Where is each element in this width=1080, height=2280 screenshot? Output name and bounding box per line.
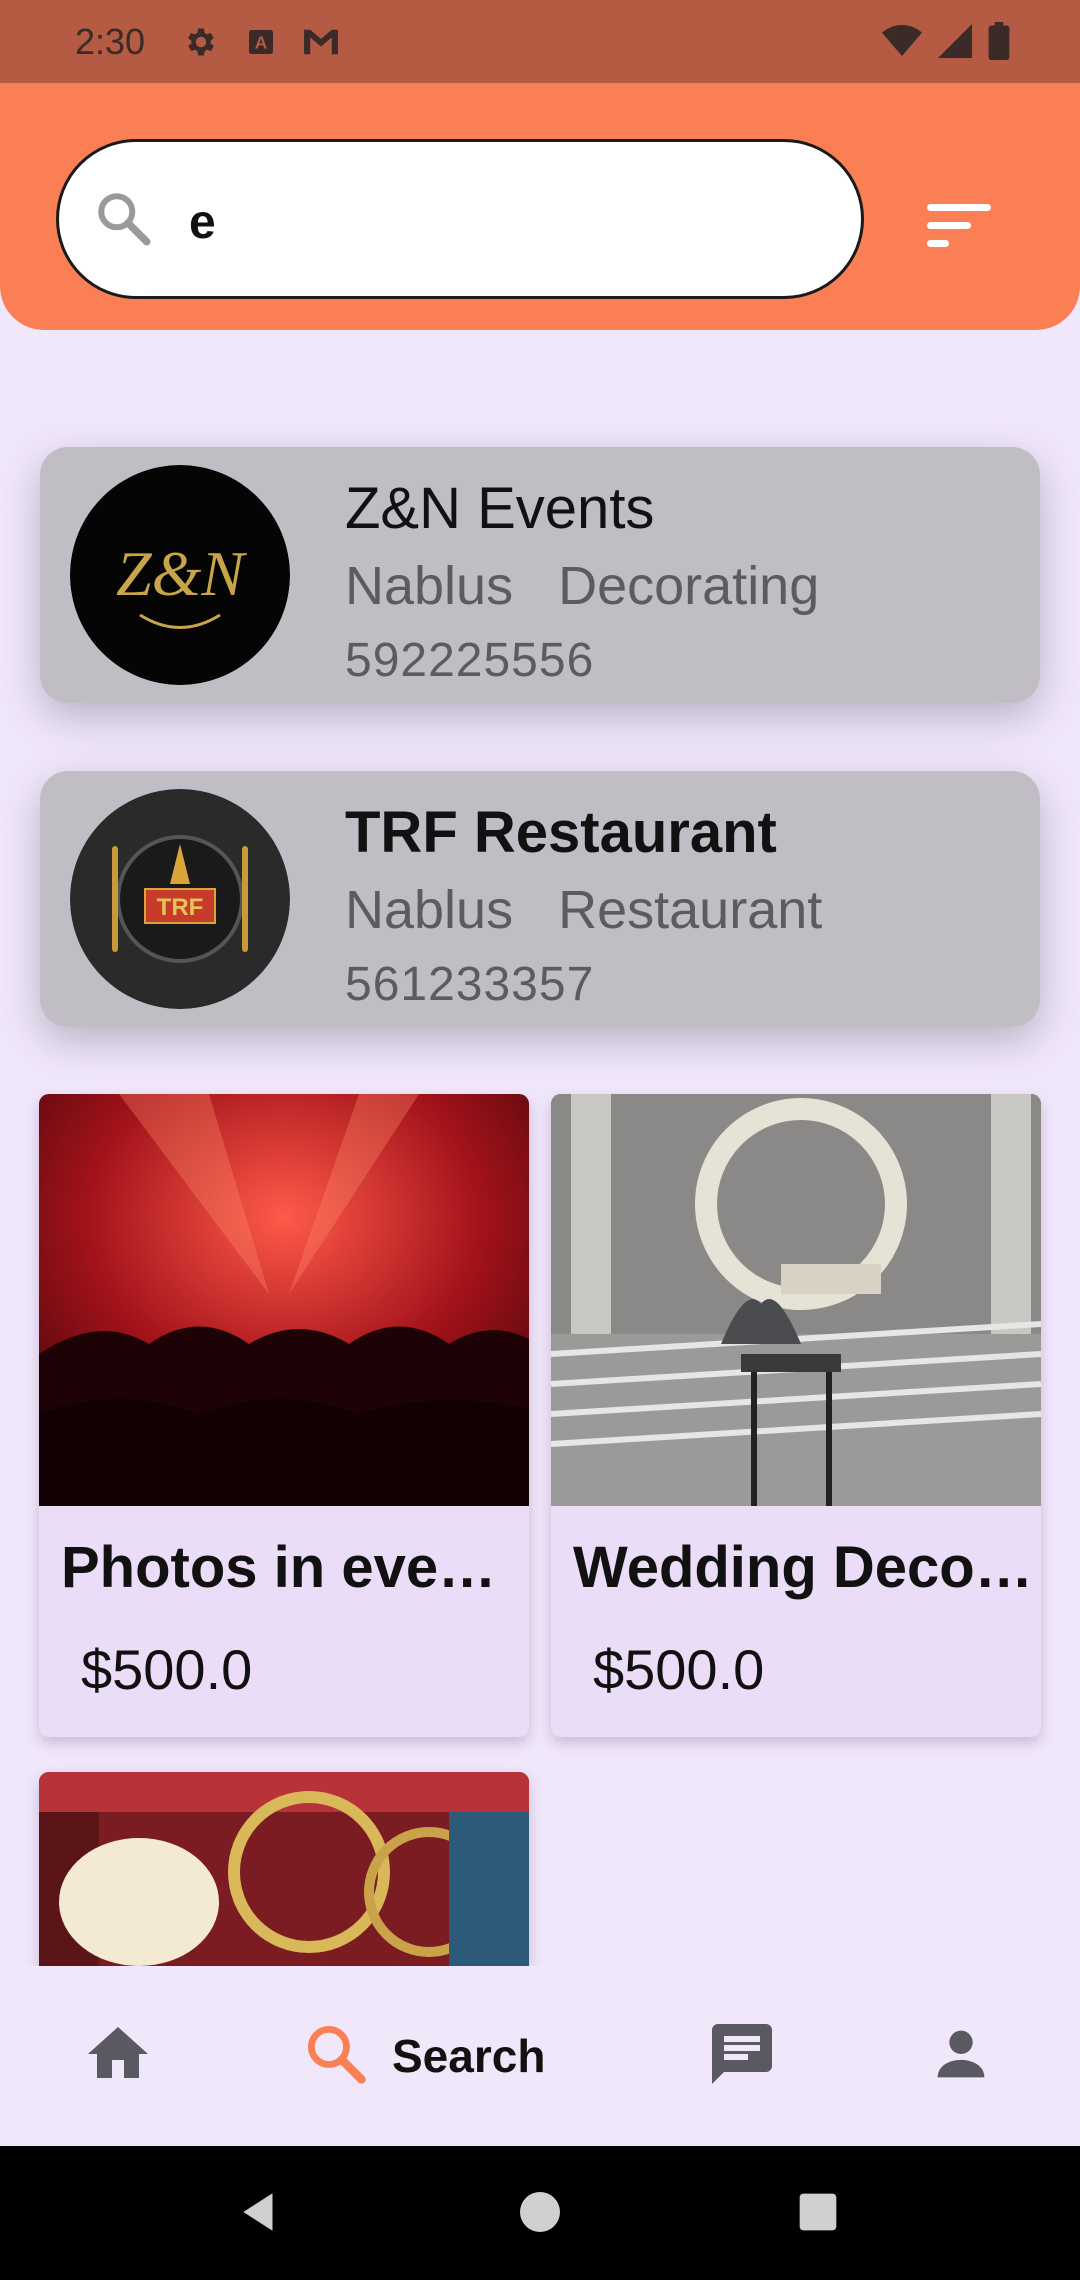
product-image	[39, 1094, 529, 1506]
product-card[interactable]	[39, 1772, 529, 1966]
vendor-card[interactable]: Z&N Z&N Events Nablus Decorating 5922255…	[40, 447, 1040, 703]
filter-icon	[927, 202, 993, 255]
product-card[interactable]: Wedding Deco… $500.0	[551, 1094, 1041, 1737]
search-icon	[93, 188, 153, 248]
product-title: Photos in even…	[61, 1535, 521, 1600]
nav-search-label: Search	[392, 2030, 546, 2082]
vendor-logo: TRF	[70, 789, 290, 1009]
bottom-navigation: Search	[0, 1966, 1080, 2146]
wifi-icon	[882, 24, 922, 67]
search-header	[0, 83, 1080, 330]
product-image	[39, 1772, 529, 1966]
nav-profile[interactable]	[926, 2016, 996, 2096]
recents-button[interactable]	[786, 2182, 850, 2246]
vendor-logo-text: Z&N	[116, 538, 247, 609]
vendor-name: TRF Restaurant	[345, 800, 777, 865]
product-price: $500.0	[81, 1638, 253, 1701]
home-button[interactable]	[508, 2182, 572, 2246]
status-bar: 2:30 A	[0, 0, 1080, 83]
product-image	[551, 1094, 1041, 1506]
gmail-icon	[301, 22, 341, 62]
vendor-logo-text: TRF	[157, 894, 204, 921]
battery-icon	[988, 22, 1010, 69]
search-bar[interactable]	[56, 139, 864, 299]
product-card[interactable]: Photos in even… $500.0	[39, 1094, 529, 1737]
vendor-card[interactable]: TRF TRF Restaurant Nablus Restaurant 561…	[40, 771, 1040, 1027]
vendor-city: Nablus	[345, 880, 514, 940]
recents-icon	[796, 2190, 840, 2239]
vendor-phone: 592225556	[345, 634, 595, 687]
vendor-category: Restaurant	[558, 880, 823, 940]
svg-text:A: A	[255, 32, 268, 52]
home-circle-icon	[516, 2188, 564, 2241]
vendor-phone: 561233357	[345, 958, 595, 1011]
vendor-logo: Z&N	[70, 465, 290, 685]
search-icon	[302, 2020, 370, 2093]
search-input[interactable]	[189, 182, 789, 262]
nav-chat[interactable]	[706, 2016, 778, 2096]
vendor-meta: Nablus Restaurant	[345, 879, 822, 941]
a-icon: A	[241, 22, 281, 62]
product-price: $500.0	[593, 1638, 765, 1701]
back-button[interactable]	[228, 2182, 292, 2246]
back-icon	[235, 2187, 285, 2242]
status-time: 2:30	[75, 20, 146, 62]
gear-icon	[181, 22, 221, 62]
person-icon	[926, 2019, 996, 2094]
vendor-name: Z&N Events	[345, 476, 655, 541]
chat-icon	[706, 2018, 778, 2095]
system-navigation-bar	[0, 2146, 1080, 2280]
vendor-meta: Nablus Decorating	[345, 555, 819, 617]
nav-home[interactable]	[82, 2016, 154, 2096]
nav-search[interactable]: Search	[302, 2016, 545, 2096]
vendor-city: Nablus	[345, 556, 514, 616]
filter-button[interactable]	[920, 193, 1000, 263]
product-title: Wedding Deco…	[573, 1535, 1033, 1600]
home-icon	[82, 2018, 154, 2095]
signal-icon	[938, 24, 972, 67]
vendor-category: Decorating	[558, 556, 820, 616]
